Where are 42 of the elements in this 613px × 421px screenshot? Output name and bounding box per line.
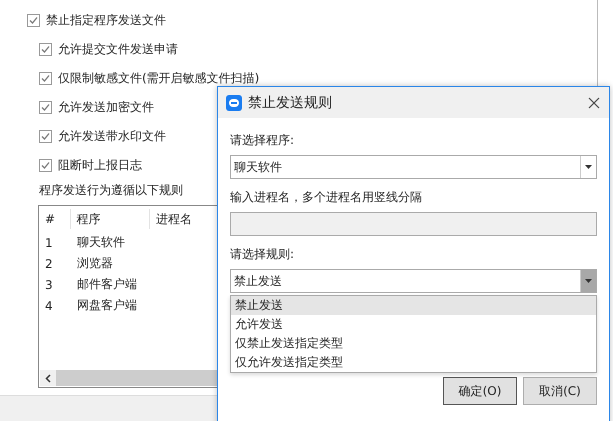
- column-header[interactable]: 程序: [70, 209, 150, 229]
- rule-select[interactable]: 禁止发送: [230, 269, 597, 293]
- caret-icon: [585, 165, 592, 169]
- cancel-button[interactable]: 取消(C): [523, 377, 597, 405]
- checkbox[interactable]: [39, 159, 52, 172]
- option-label: 阻断时上报日志: [58, 157, 142, 174]
- field-label: 请选择规则:: [230, 246, 294, 263]
- caret-icon: [585, 279, 592, 283]
- ok-button[interactable]: 确定(O): [443, 377, 517, 405]
- option-label: 允许提交文件发送申请: [58, 41, 178, 58]
- checkbox[interactable]: [39, 101, 52, 114]
- table-cell-text: 聊天软件: [76, 234, 126, 251]
- table-cell-text: 3: [44, 278, 54, 292]
- table-cell-text: 邮件客户端: [76, 276, 138, 293]
- table-cell-text: 网盘客户端: [76, 297, 138, 314]
- checkbox[interactable]: [27, 14, 40, 27]
- field-label: 请选择程序:: [230, 132, 294, 149]
- table-cell-text: 4: [44, 298, 54, 312]
- checkbox[interactable]: [39, 72, 52, 85]
- option-label: 允许发送加密文件: [58, 99, 154, 116]
- close-button[interactable]: [587, 96, 601, 110]
- option-label: 允许发送带水印文件: [58, 128, 166, 145]
- checkbox[interactable]: [39, 130, 52, 143]
- dropdown-button[interactable]: [580, 270, 596, 292]
- dropdown-option[interactable]: 仅禁止发送指定类型: [231, 334, 596, 353]
- checkbox[interactable]: [39, 43, 52, 56]
- dialog-title: 禁止发送规则: [248, 94, 333, 112]
- dropdown-option[interactable]: 仅允许发送指定类型: [231, 353, 596, 372]
- table-cell-text: 浏览器: [76, 255, 114, 272]
- rules-label: 程序发送行为遵循以下规则: [39, 182, 183, 199]
- program-select[interactable]: 聊天软件: [230, 155, 597, 179]
- dropdown-option[interactable]: 禁止发送: [231, 296, 596, 315]
- app-icon: [226, 94, 242, 110]
- scroll-left-button[interactable]: [40, 370, 56, 386]
- option-label: 仅限制敏感文件(需开启敏感文件扫描): [58, 70, 260, 87]
- table-cell-text: 2: [44, 256, 54, 270]
- chevron-left-icon: [45, 374, 51, 382]
- field-label: 输入进程名，多个进程名用竖线分隔: [230, 189, 422, 206]
- table-cell-text: 1: [44, 236, 54, 250]
- column-header[interactable]: #: [39, 209, 71, 229]
- dropdown-option[interactable]: 允许发送: [231, 315, 596, 334]
- option-label: 禁止指定程序发送文件: [46, 12, 166, 29]
